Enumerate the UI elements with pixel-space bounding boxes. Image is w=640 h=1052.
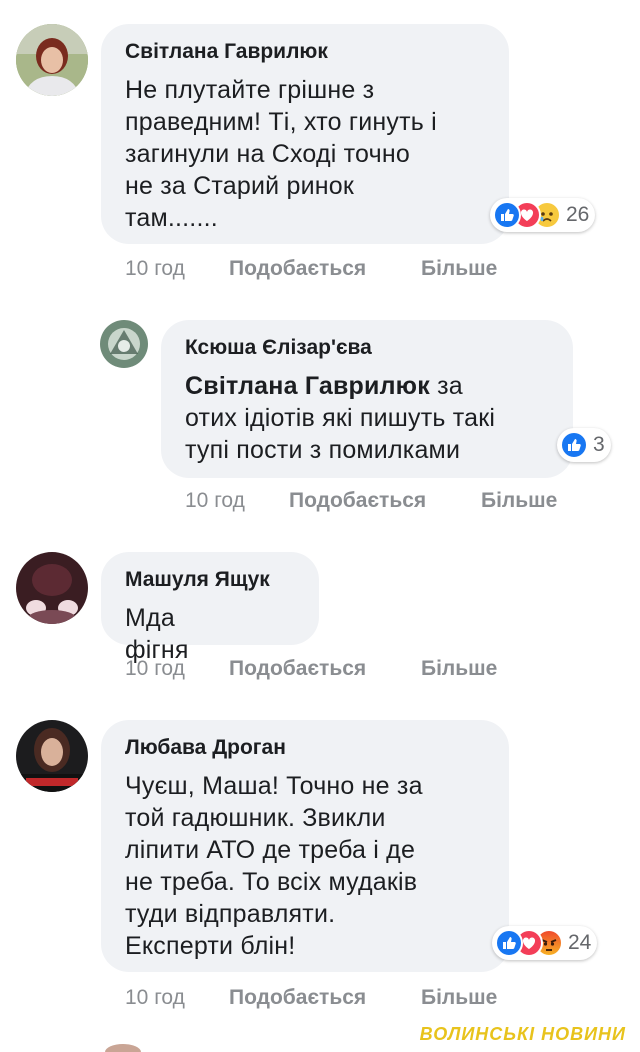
watermark: ВОЛИНСЬКІ НОВИНИ xyxy=(419,1024,626,1044)
reaction-count: 3 xyxy=(593,433,605,456)
comment-author[interactable]: Машуля Ящук xyxy=(125,568,270,592)
comment-line: не треба. То всіх мудаків xyxy=(125,868,418,896)
reaction-count: 26 xyxy=(566,203,590,226)
comment-time[interactable]: 10 год xyxy=(185,489,245,513)
comment-line: Світлана Гаврилюк за xyxy=(185,370,565,402)
comment-line: отих ідіотів які пишуть такі xyxy=(185,404,496,432)
comment-line: той гадюшник. Звикли xyxy=(125,804,386,832)
mention-link[interactable]: Світлана Гаврилюк xyxy=(185,372,430,400)
comment-line: ліпити АТО де треба і де xyxy=(125,836,416,864)
like-button[interactable]: Подобається xyxy=(289,489,426,513)
like-button[interactable]: Подобається xyxy=(229,257,366,281)
more-button[interactable]: Більше xyxy=(421,986,497,1010)
comment-text: Світлана Гаврилюк за отих ідіотів які пи… xyxy=(185,370,565,466)
more-button[interactable]: Більше xyxy=(481,489,557,513)
comment-author[interactable]: Ксюша Єлізар'єва xyxy=(185,336,372,360)
comment-text: Не плутайте грішне з праведним! Ті, хто … xyxy=(125,74,495,234)
comment-time[interactable]: 10 год xyxy=(125,257,185,281)
comment-time[interactable]: 10 год xyxy=(125,657,185,681)
comment-text: Чуєш, Маша! Точно не за той гадюшник. Зв… xyxy=(125,770,495,962)
comment-line: там....... xyxy=(125,204,218,232)
avatar[interactable] xyxy=(105,1044,141,1052)
reaction-summary[interactable]: 24 xyxy=(492,926,598,960)
comment-author[interactable]: Світлана Гаврилюк xyxy=(125,40,328,64)
comment-line: праведним! Ті, хто гинуть і xyxy=(125,108,437,136)
like-icon xyxy=(493,201,521,229)
avatar[interactable] xyxy=(16,720,88,792)
like-icon xyxy=(560,431,588,459)
avatar[interactable] xyxy=(16,24,88,96)
avatar[interactable] xyxy=(16,552,88,624)
comment-line: тупі пости з помилками xyxy=(185,436,461,464)
comment-time[interactable]: 10 год xyxy=(125,986,185,1010)
like-icon xyxy=(495,929,523,957)
more-button[interactable]: Більше xyxy=(421,257,497,281)
more-button[interactable]: Більше xyxy=(421,657,497,681)
comment-line: туди відправляти. xyxy=(125,900,336,928)
avatar[interactable] xyxy=(100,320,148,368)
comment-line: не за Старий ринок xyxy=(125,172,354,200)
comment-line: Експерти блін! xyxy=(125,932,296,960)
comment-line: загинули на Сході точно xyxy=(125,140,410,168)
reaction-summary[interactable]: 3 xyxy=(557,428,611,462)
like-button[interactable]: Подобається xyxy=(229,657,366,681)
reaction-count: 24 xyxy=(568,931,592,954)
like-button[interactable]: Подобається xyxy=(229,986,366,1010)
comment-text-fragment: за xyxy=(429,372,463,400)
reaction-summary[interactable]: 26 xyxy=(490,198,596,232)
comment-author[interactable]: Любава Дроган xyxy=(125,736,286,760)
comment-line: Чуєш, Маша! Точно не за xyxy=(125,772,423,800)
comment-line: Не плутайте грішне з xyxy=(125,76,375,104)
